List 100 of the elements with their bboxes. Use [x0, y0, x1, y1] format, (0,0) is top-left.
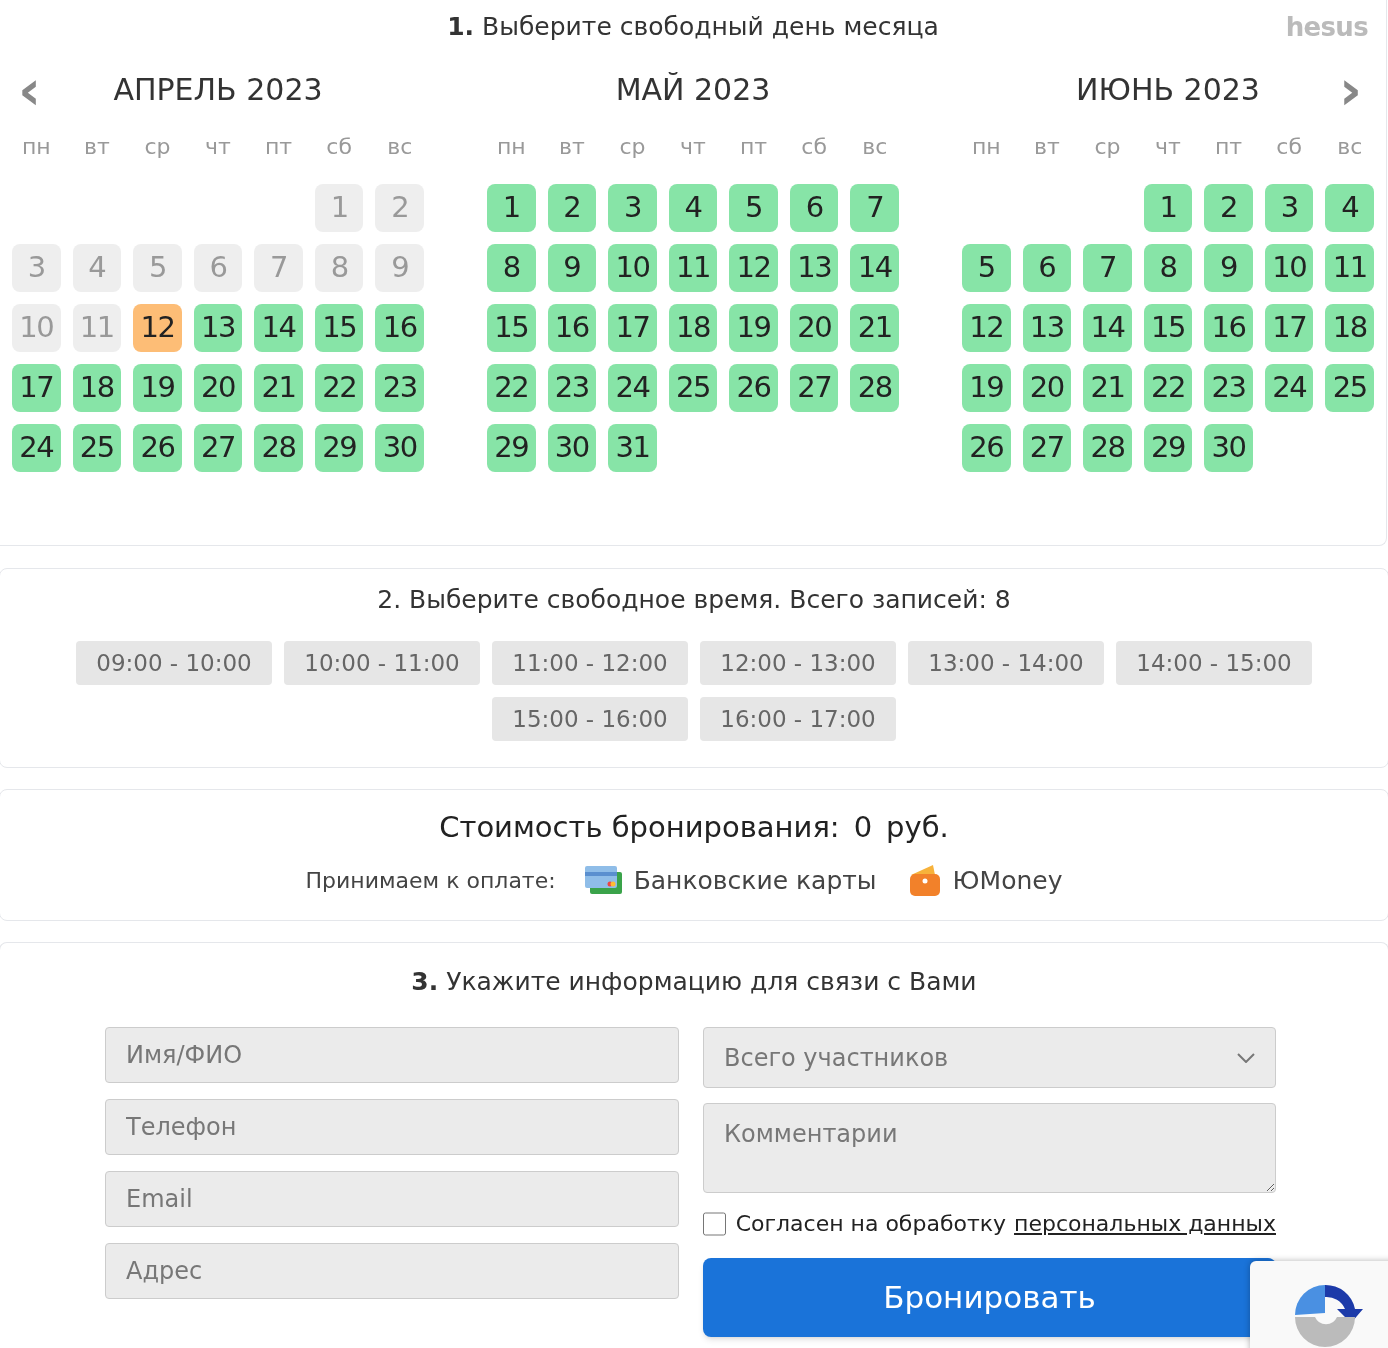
day-cell[interactable]: 29 — [487, 424, 536, 472]
day-cell[interactable]: 20 — [789, 304, 839, 352]
day-cell[interactable]: 12 — [962, 304, 1011, 352]
time-slot-button[interactable]: 10:00 - 11:00 — [284, 641, 480, 685]
day-cell[interactable]: 4 — [668, 184, 718, 232]
day-cell[interactable]: 17 — [12, 364, 61, 412]
day-cell[interactable]: 27 — [1022, 424, 1072, 472]
day-cell[interactable]: 13 — [193, 304, 243, 352]
day-cell[interactable]: 30 — [547, 424, 597, 472]
day-cell[interactable]: 27 — [193, 424, 243, 472]
day-cell[interactable]: 13 — [789, 244, 839, 292]
day-cell[interactable]: 20 — [1022, 364, 1072, 412]
day-cell[interactable]: 22 — [487, 364, 536, 412]
day-cell[interactable]: 23 — [547, 364, 597, 412]
day-cell[interactable]: 26 — [133, 424, 182, 472]
day-cell[interactable]: 1 — [1143, 184, 1193, 232]
day-cell[interactable]: 29 — [1143, 424, 1193, 472]
day-cell[interactable]: 25 — [1325, 364, 1374, 412]
day-cell[interactable]: 6 — [1022, 244, 1072, 292]
day-cell[interactable]: 22 — [314, 364, 364, 412]
day-cell[interactable]: 14 — [1083, 304, 1132, 352]
day-cell[interactable]: 27 — [789, 364, 839, 412]
day-cell[interactable]: 19 — [133, 364, 182, 412]
day-cell[interactable]: 21 — [850, 304, 899, 352]
day-cell[interactable]: 12 — [133, 304, 182, 352]
day-cell[interactable]: 3 — [1264, 184, 1314, 232]
participants-select[interactable]: Всего участников — [703, 1027, 1276, 1088]
day-cell[interactable]: 25 — [668, 364, 718, 412]
day-cell[interactable]: 17 — [608, 304, 657, 352]
book-button[interactable]: Бронировать — [703, 1258, 1276, 1337]
day-cell[interactable]: 26 — [962, 424, 1011, 472]
day-cell[interactable]: 12 — [729, 244, 778, 292]
day-cell[interactable]: 24 — [1264, 364, 1314, 412]
input-field[interactable]: Имя/ФИО — [105, 1027, 679, 1083]
day-cell[interactable]: 2 — [547, 184, 597, 232]
day-cell[interactable]: 11 — [1325, 244, 1374, 292]
day-cell[interactable]: 14 — [254, 304, 303, 352]
time-slot-button[interactable]: 15:00 - 16:00 — [492, 697, 688, 741]
day-cell[interactable]: 18 — [668, 304, 718, 352]
time-slot-button[interactable]: 13:00 - 14:00 — [908, 641, 1104, 685]
day-cell[interactable]: 21 — [1083, 364, 1132, 412]
recaptcha-badge[interactable] — [1250, 1261, 1388, 1348]
day-cell[interactable]: 11 — [668, 244, 718, 292]
day-cell[interactable]: 16 — [1204, 304, 1253, 352]
day-cell[interactable]: 14 — [850, 244, 899, 292]
time-slot-button[interactable]: 11:00 - 12:00 — [492, 641, 688, 685]
day-cell[interactable]: 9 — [547, 244, 597, 292]
day-cell[interactable]: 8 — [1143, 244, 1193, 292]
day-cell[interactable]: 30 — [1204, 424, 1253, 472]
day-cell[interactable]: 15 — [314, 304, 364, 352]
day-cell[interactable]: 8 — [487, 244, 536, 292]
day-cell[interactable]: 15 — [487, 304, 536, 352]
day-cell[interactable]: 18 — [72, 364, 122, 412]
day-cell[interactable]: 7 — [850, 184, 899, 232]
next-month-button[interactable]: › — [1338, 62, 1362, 118]
day-cell[interactable]: 18 — [1325, 304, 1374, 352]
day-cell[interactable]: 5 — [729, 184, 778, 232]
day-cell[interactable]: 28 — [1083, 424, 1132, 472]
day-cell[interactable]: 9 — [1204, 244, 1253, 292]
consent-checkbox[interactable] — [703, 1211, 726, 1236]
day-cell[interactable]: 16 — [547, 304, 597, 352]
day-cell[interactable]: 10 — [1264, 244, 1314, 292]
day-cell[interactable]: 3 — [608, 184, 657, 232]
input-field[interactable]: Телефон — [105, 1099, 679, 1155]
day-cell[interactable]: 17 — [1264, 304, 1314, 352]
day-cell[interactable]: 20 — [193, 364, 243, 412]
day-cell[interactable]: 6 — [789, 184, 839, 232]
day-cell[interactable]: 29 — [314, 424, 364, 472]
time-slot-button[interactable]: 09:00 - 10:00 — [76, 641, 272, 685]
personal-data-link[interactable]: персональных данных — [1014, 1207, 1276, 1240]
day-cell[interactable]: 10 — [608, 244, 657, 292]
day-cell[interactable]: 15 — [1143, 304, 1193, 352]
day-cell[interactable]: 16 — [375, 304, 424, 352]
input-field[interactable]: Адрес — [105, 1243, 679, 1299]
day-cell[interactable]: 28 — [850, 364, 899, 412]
day-cell[interactable]: 23 — [1204, 364, 1253, 412]
day-cell[interactable]: 13 — [1022, 304, 1072, 352]
day-cell[interactable]: 22 — [1143, 364, 1193, 412]
time-slot-button[interactable]: 16:00 - 17:00 — [700, 697, 896, 741]
time-slot-button[interactable]: 12:00 - 13:00 — [700, 641, 896, 685]
day-cell[interactable]: 26 — [729, 364, 778, 412]
day-cell[interactable]: 19 — [962, 364, 1011, 412]
time-slot-button[interactable]: 14:00 - 15:00 — [1116, 641, 1312, 685]
input-field[interactable]: Email — [105, 1171, 679, 1227]
day-cell[interactable]: 31 — [608, 424, 657, 472]
day-cell[interactable]: 30 — [375, 424, 424, 472]
day-cell[interactable]: 2 — [1204, 184, 1253, 232]
day-cell[interactable]: 24 — [608, 364, 657, 412]
day-cell[interactable]: 4 — [1325, 184, 1374, 232]
day-cell[interactable]: 7 — [1083, 244, 1132, 292]
day-cell[interactable]: 28 — [254, 424, 303, 472]
day-cell[interactable]: 23 — [375, 364, 424, 412]
comment-field[interactable]: Комментарии — [703, 1103, 1276, 1193]
day-cell[interactable]: 19 — [729, 304, 778, 352]
previous-month-button[interactable]: ‹ — [18, 62, 42, 118]
day-cell[interactable]: 1 — [487, 184, 536, 232]
day-cell[interactable]: 21 — [254, 364, 303, 412]
day-cell[interactable]: 25 — [72, 424, 122, 472]
day-cell[interactable]: 24 — [12, 424, 61, 472]
day-cell[interactable]: 5 — [962, 244, 1011, 292]
